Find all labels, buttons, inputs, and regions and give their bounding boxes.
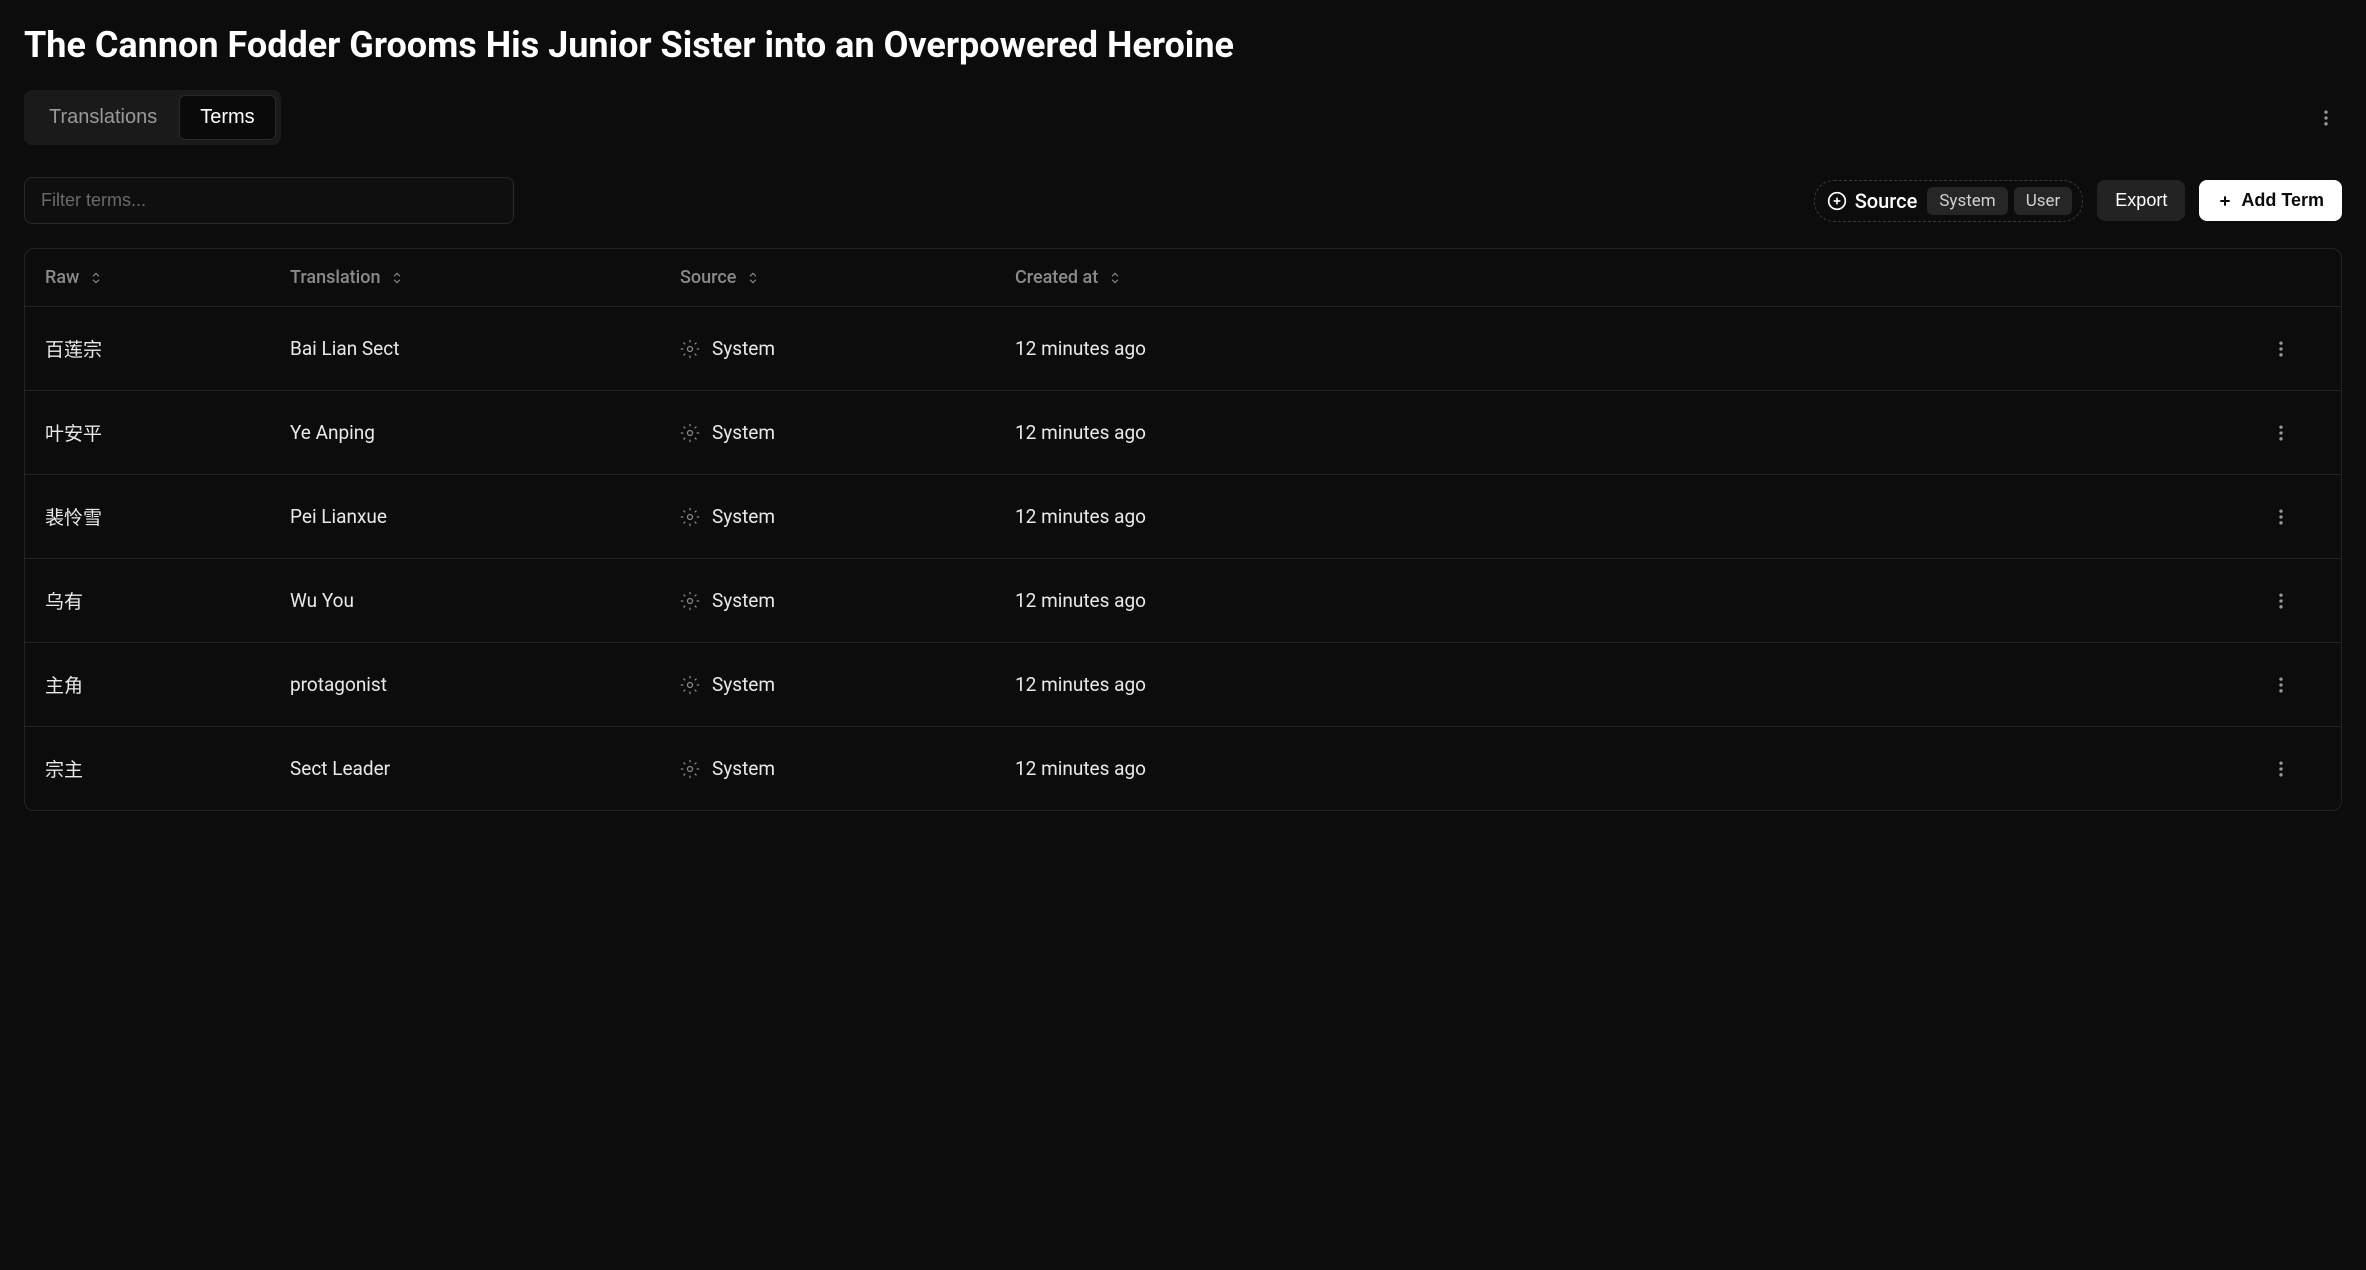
- column-raw-label: Raw: [45, 267, 79, 288]
- tab-terms[interactable]: Terms: [179, 95, 275, 140]
- gear-icon: [680, 759, 700, 779]
- filter-input[interactable]: [24, 177, 514, 224]
- cell-raw: 叶安平: [45, 419, 290, 446]
- cell-translation: protagonist: [290, 673, 680, 696]
- cell-source: System: [680, 505, 1015, 528]
- cell-source: System: [680, 589, 1015, 612]
- export-button[interactable]: Export: [2097, 180, 2185, 221]
- table-row: 百莲宗Bai Lian SectSystem12 minutes ago: [25, 307, 2341, 391]
- tab-translations[interactable]: Translations: [29, 95, 177, 140]
- cell-translation: Sect Leader: [290, 757, 680, 780]
- gear-icon: [680, 675, 700, 695]
- cell-raw: 主角: [45, 671, 290, 698]
- cell-raw: 宗主: [45, 755, 290, 782]
- table-row: 主角protagonistSystem12 minutes ago: [25, 643, 2341, 727]
- table-row: 裴怜雪Pei LianxueSystem12 minutes ago: [25, 475, 2341, 559]
- column-source[interactable]: Source: [680, 267, 1015, 288]
- add-term-label: Add Term: [2241, 190, 2324, 211]
- cell-translation: Pei Lianxue: [290, 505, 680, 528]
- cell-created-at: 12 minutes ago: [1015, 589, 2241, 612]
- cell-created-at: 12 minutes ago: [1015, 421, 2241, 444]
- cell-raw: 乌有: [45, 587, 290, 614]
- plus-circle-icon: [1827, 191, 1847, 211]
- column-created-at-label: Created at: [1015, 267, 1098, 288]
- column-source-label: Source: [680, 267, 736, 288]
- cell-translation: Ye Anping: [290, 421, 680, 444]
- add-term-button[interactable]: Add Term: [2199, 180, 2342, 221]
- cell-created-at: 12 minutes ago: [1015, 673, 2241, 696]
- cell-created-at: 12 minutes ago: [1015, 757, 2241, 780]
- table-row: 宗主Sect LeaderSystem12 minutes ago: [25, 727, 2341, 810]
- gear-icon: [680, 423, 700, 443]
- cell-raw: 裴怜雪: [45, 503, 290, 530]
- gear-icon: [680, 507, 700, 527]
- row-more-icon[interactable]: [2241, 339, 2321, 359]
- cell-source: System: [680, 337, 1015, 360]
- column-translation[interactable]: Translation: [290, 267, 680, 288]
- cell-translation: Wu You: [290, 589, 680, 612]
- plus-icon: [2217, 193, 2233, 209]
- row-more-icon[interactable]: [2241, 507, 2321, 527]
- cell-created-at: 12 minutes ago: [1015, 337, 2241, 360]
- row-more-icon[interactable]: [2241, 759, 2321, 779]
- page-title: The Cannon Fodder Grooms His Junior Sist…: [24, 24, 2342, 66]
- cell-source: System: [680, 757, 1015, 780]
- terms-table: Raw Translation Source Created at 百莲宗Bai…: [24, 248, 2342, 811]
- gear-icon: [680, 591, 700, 611]
- source-chip-system[interactable]: System: [1927, 187, 2007, 215]
- gear-icon: [680, 339, 700, 359]
- sort-icon: [89, 271, 103, 285]
- cell-translation: Bai Lian Sect: [290, 337, 680, 360]
- row-more-icon[interactable]: [2241, 423, 2321, 443]
- cell-raw: 百莲宗: [45, 335, 290, 362]
- page-more-icon[interactable]: [2310, 102, 2342, 134]
- tabs: Translations Terms: [24, 90, 281, 145]
- column-translation-label: Translation: [290, 267, 380, 288]
- table-row: 乌有Wu YouSystem12 minutes ago: [25, 559, 2341, 643]
- cell-created-at: 12 minutes ago: [1015, 505, 2241, 528]
- cell-source: System: [680, 673, 1015, 696]
- sort-icon: [746, 271, 760, 285]
- source-chip-user[interactable]: User: [2014, 187, 2073, 215]
- sort-icon: [1108, 271, 1122, 285]
- row-more-icon[interactable]: [2241, 675, 2321, 695]
- source-filter-label: Source: [1855, 189, 1918, 213]
- table-row: 叶安平Ye AnpingSystem12 minutes ago: [25, 391, 2341, 475]
- column-created-at[interactable]: Created at: [1015, 267, 2241, 288]
- row-more-icon[interactable]: [2241, 591, 2321, 611]
- source-filter[interactable]: Source System User: [1814, 180, 2084, 222]
- cell-source: System: [680, 421, 1015, 444]
- sort-icon: [390, 271, 404, 285]
- column-raw[interactable]: Raw: [45, 267, 290, 288]
